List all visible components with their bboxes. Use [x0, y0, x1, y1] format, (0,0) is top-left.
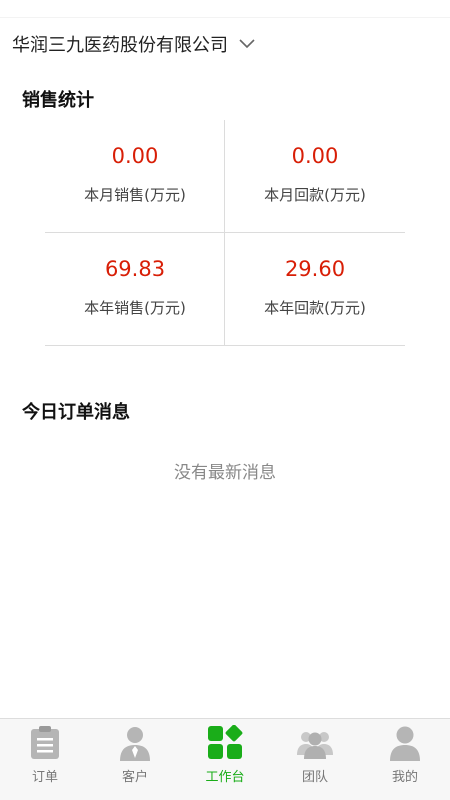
- sales-section-title: 销售统计: [22, 90, 94, 111]
- stat-label: 本年回款(万元): [264, 299, 366, 317]
- workbench-grid-icon: [207, 725, 243, 761]
- stat-label: 本月销售(万元): [84, 186, 186, 204]
- tab-customers[interactable]: 客户: [90, 719, 180, 800]
- bottom-tab-bar: 订单 客户 工作台 团队 我的: [0, 718, 450, 800]
- person-tie-icon: [117, 725, 153, 761]
- stat-value: 29.60: [284, 257, 346, 281]
- company-name: 华润三九医药股份有限公司: [12, 35, 228, 56]
- user-icon: [387, 725, 423, 761]
- tab-workbench[interactable]: 工作台: [180, 719, 270, 800]
- grid-divider: [45, 345, 405, 346]
- orders-empty-message: 没有最新消息: [174, 463, 276, 483]
- company-selector[interactable]: 华润三九医药股份有限公司: [12, 26, 438, 62]
- tab-me[interactable]: 我的: [360, 719, 450, 800]
- chevron-down-icon[interactable]: [238, 38, 256, 50]
- stat-value: 0.00: [111, 144, 159, 168]
- stat-year-payment: 29.60 本年回款(万元): [225, 233, 405, 346]
- clipboard-icon: [27, 725, 63, 761]
- stat-month-sales: 0.00 本月销售(万元): [45, 120, 225, 233]
- tab-label: 客户: [121, 770, 148, 785]
- tab-orders[interactable]: 订单: [0, 719, 90, 800]
- tab-label: 订单: [31, 770, 58, 785]
- status-bar: [0, 0, 450, 18]
- stat-month-payment: 0.00 本月回款(万元): [225, 120, 405, 233]
- orders-section-title: 今日订单消息: [22, 402, 130, 423]
- tab-label: 团队: [301, 770, 328, 785]
- stat-value: 69.83: [104, 257, 166, 281]
- group-icon: [297, 725, 333, 761]
- tab-label: 工作台: [205, 770, 245, 785]
- grid-divider: [45, 232, 405, 233]
- grid-divider: [224, 120, 225, 346]
- stat-label: 本月回款(万元): [264, 186, 366, 204]
- sales-stats-grid: 0.00 本月销售(万元) 0.00 本月回款(万元) 69.83 本年销售(万…: [45, 120, 405, 346]
- stat-value: 0.00: [291, 144, 339, 168]
- stat-label: 本年销售(万元): [84, 299, 186, 317]
- stat-year-sales: 69.83 本年销售(万元): [45, 233, 225, 346]
- tab-team[interactable]: 团队: [270, 719, 360, 800]
- tab-label: 我的: [391, 770, 418, 785]
